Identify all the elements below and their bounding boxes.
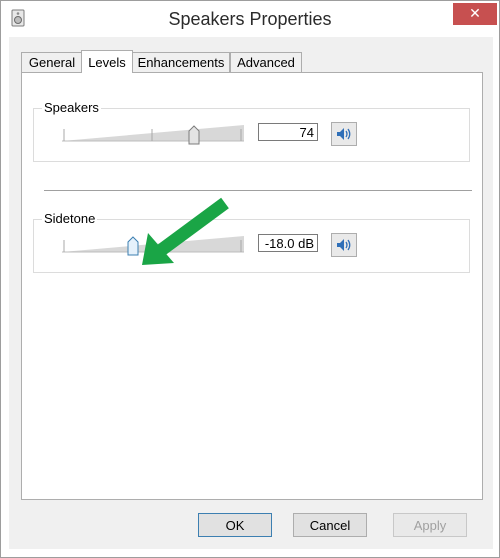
speakers-volume-slider[interactable] (62, 121, 244, 143)
speakers-value-field[interactable]: 74 (258, 123, 318, 141)
speakers-group: Speakers 74 (33, 100, 470, 162)
levels-panel: Speakers 74 Sidetone -18.0 dB (21, 72, 483, 500)
dialog-body: General Levels Enhancements Advanced Spe… (9, 37, 493, 549)
speakers-slider-thumb[interactable] (188, 125, 200, 145)
cancel-label: Cancel (309, 517, 351, 533)
speaker-icon (337, 128, 351, 140)
sidetone-label: Sidetone (42, 211, 98, 226)
apply-label: Apply (413, 517, 447, 533)
speakers-label: Speakers (42, 100, 101, 115)
tab-general[interactable]: General (21, 52, 83, 72)
apply-button: Apply (393, 513, 467, 537)
separator-line (44, 190, 472, 191)
close-icon: ✕ (469, 6, 481, 22)
speakers-mute-button[interactable] (331, 122, 357, 146)
sidetone-value-field[interactable]: -18.0 dB (258, 234, 318, 252)
tab-levels[interactable]: Levels (81, 50, 133, 73)
cancel-button[interactable]: Cancel (293, 513, 367, 537)
properties-window: Speakers Properties ✕ General Levels Enh… (0, 0, 500, 558)
sidetone-group: Sidetone -18.0 dB (33, 211, 470, 273)
tab-advanced[interactable]: Advanced (230, 52, 302, 72)
speaker-icon (337, 239, 351, 251)
sidetone-mute-button[interactable] (331, 233, 357, 257)
ok-button[interactable]: OK (198, 513, 272, 537)
tab-levels-label: Levels (88, 54, 126, 70)
tab-general-label: General (28, 55, 76, 70)
tab-enhancements[interactable]: Enhancements (132, 52, 230, 72)
ok-label: OK (225, 517, 245, 533)
title-bar: Speakers Properties ✕ (1, 1, 499, 37)
tab-advanced-label: Advanced (237, 55, 295, 70)
close-button[interactable]: ✕ (453, 3, 497, 25)
window-title: Speakers Properties (168, 9, 332, 29)
annotation-arrow-icon (142, 197, 229, 265)
tab-enhancements-label: Enhancements (137, 55, 225, 70)
